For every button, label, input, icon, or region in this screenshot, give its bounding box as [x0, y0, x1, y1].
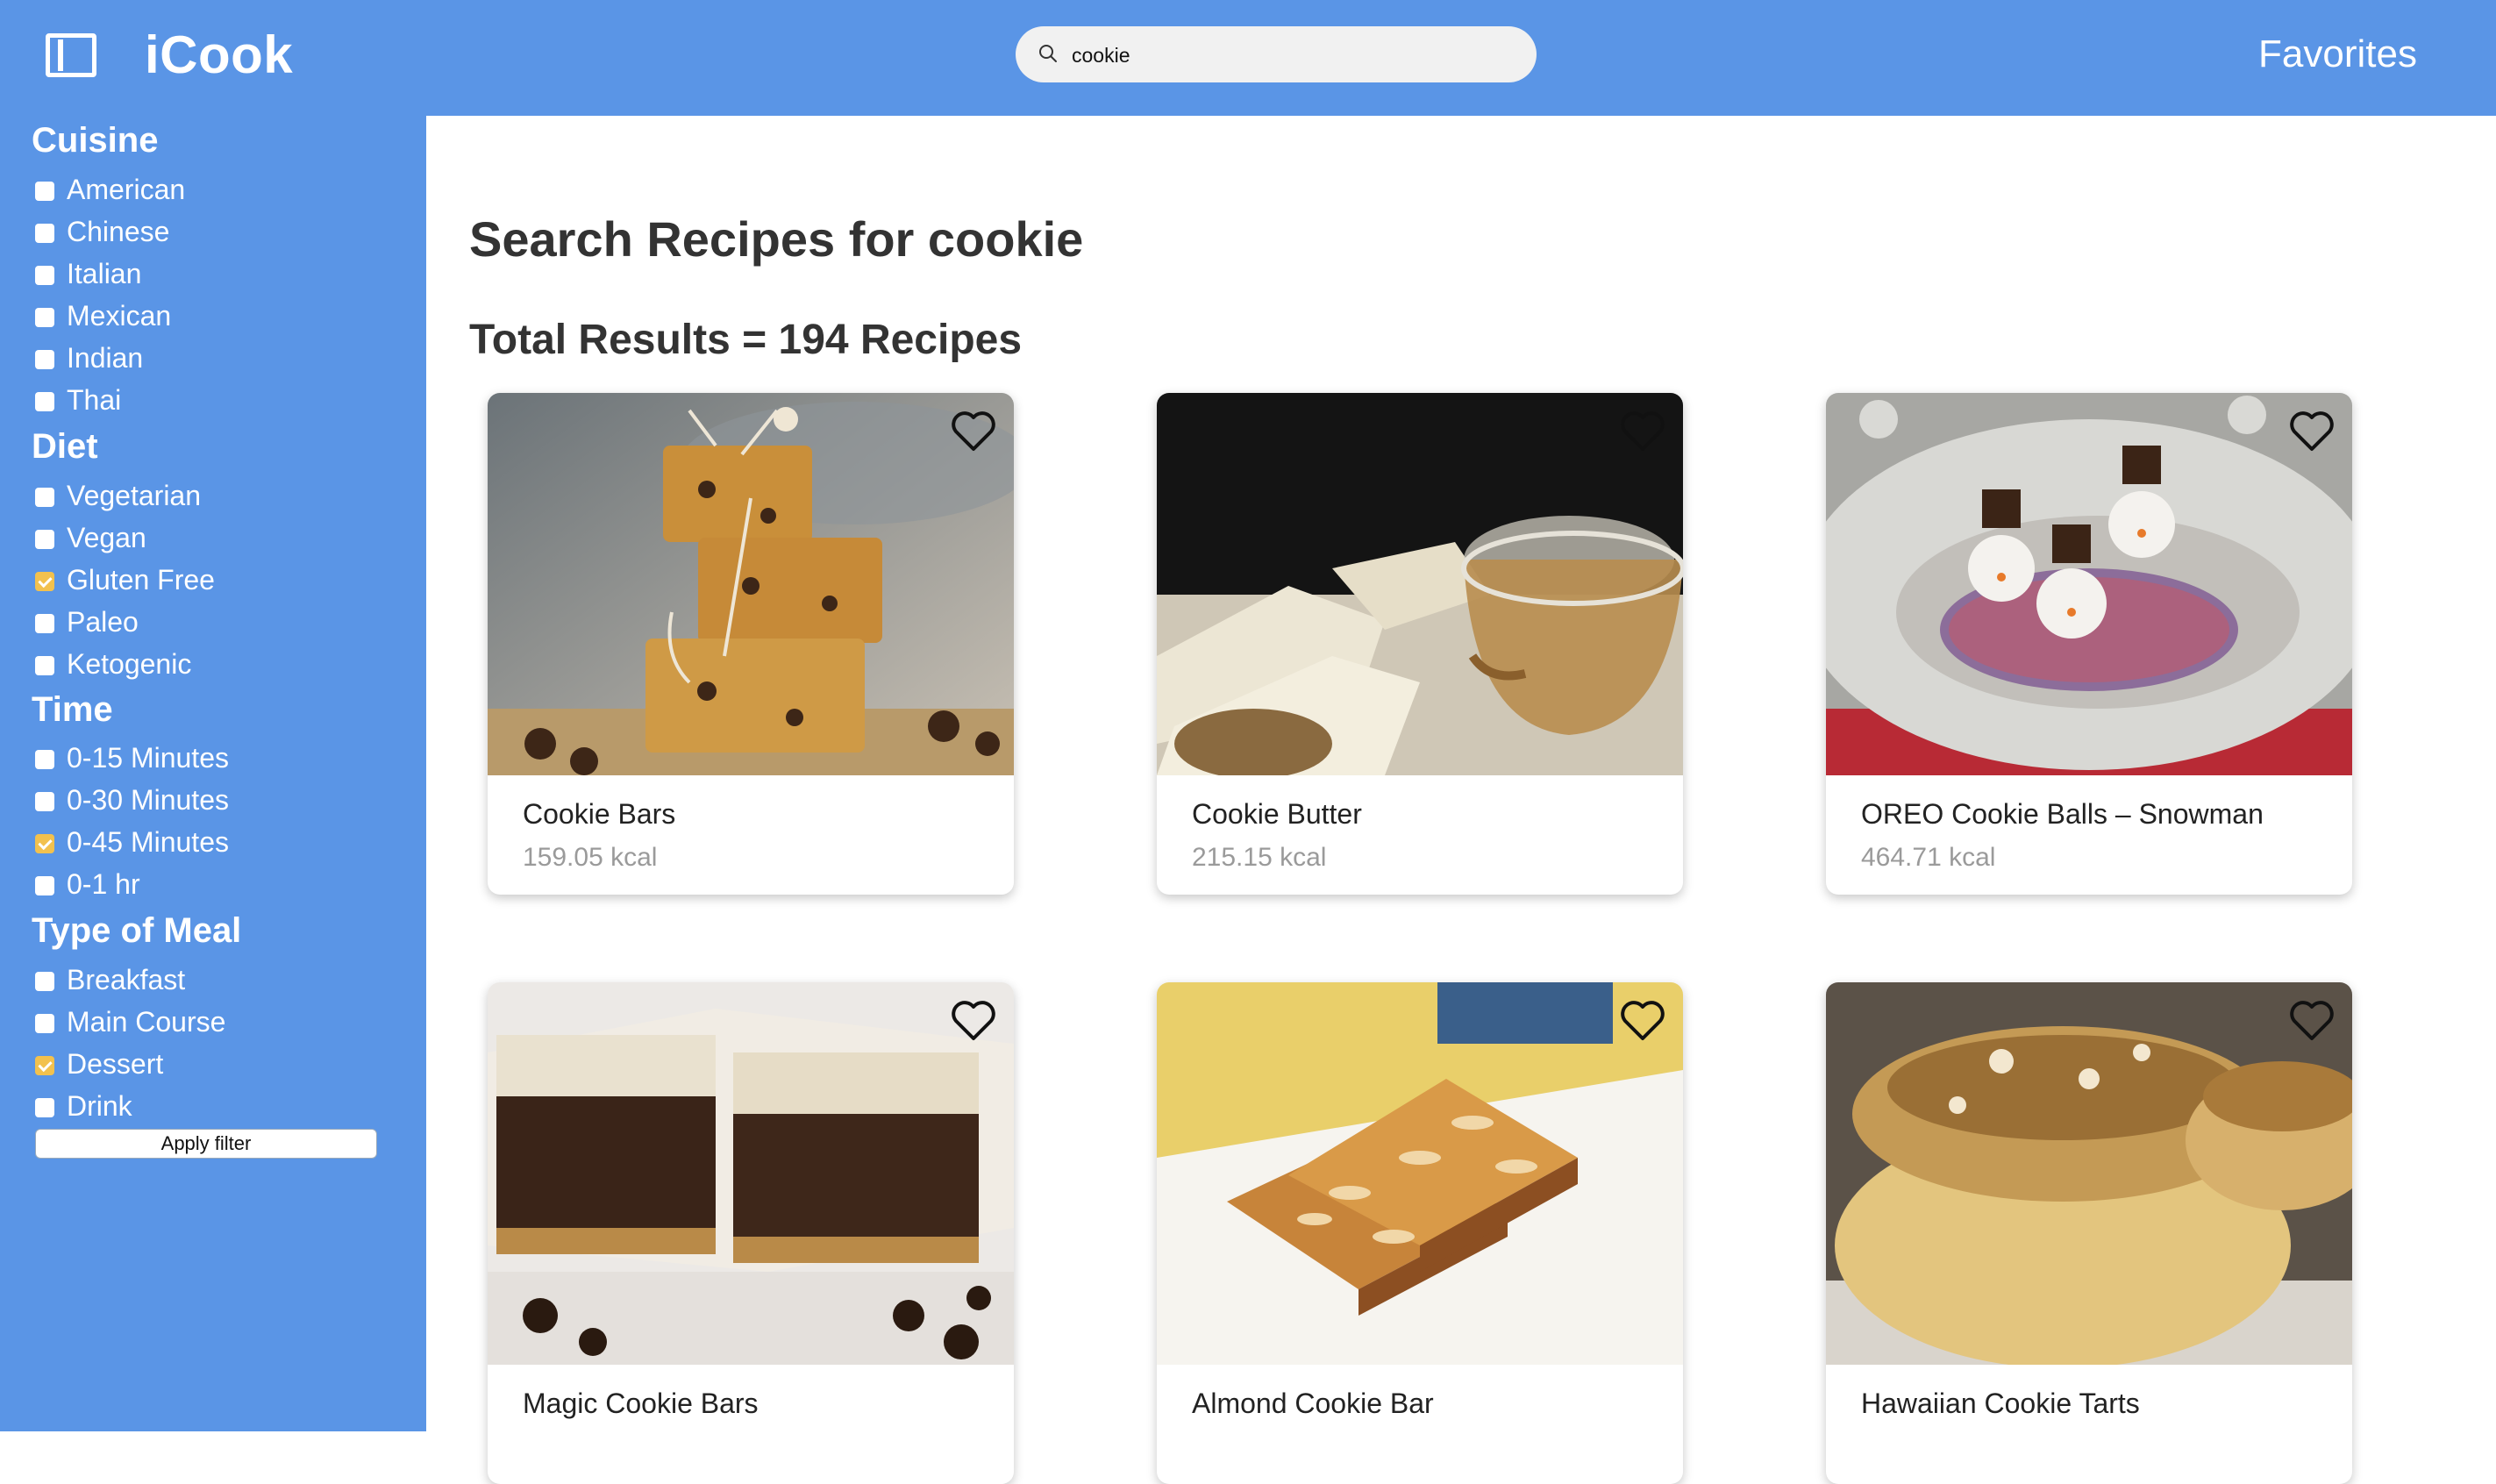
- filter-group-diet-title: Diet: [32, 427, 98, 466]
- recipe-card-hawaiian-cookie-tarts[interactable]: Hawaiian Cookie Tarts: [1826, 982, 2352, 1484]
- recipe-image[interactable]: [488, 393, 1014, 775]
- filter-option-paleo[interactable]: Paleo: [35, 604, 139, 639]
- filter-option-label: Indian: [67, 342, 144, 374]
- checkbox[interactable]: [35, 1014, 54, 1033]
- checkbox[interactable]: [35, 614, 54, 633]
- filter-option-breakfast[interactable]: Breakfast: [35, 962, 185, 997]
- filter-group-cuisine-title: Cuisine: [32, 121, 159, 160]
- filter-option-label: Dessert: [67, 1048, 164, 1080]
- filter-option-italian[interactable]: Italian: [35, 256, 141, 291]
- filter-option-label: 0-45 Minutes: [67, 826, 229, 858]
- filter-option-label: Gluten Free: [67, 564, 215, 596]
- filter-option-0-1-hr[interactable]: 0-1 hr: [35, 867, 140, 902]
- filter-group-time-title: Time: [32, 690, 113, 729]
- filter-option-gluten-free[interactable]: Gluten Free: [35, 562, 215, 597]
- filter-option-label: Chinese: [67, 216, 170, 247]
- checkbox[interactable]: [35, 224, 54, 243]
- recipe-image[interactable]: [1826, 393, 2352, 775]
- recipe-image[interactable]: [1157, 982, 1683, 1365]
- filter-sidebar: Cuisine American Chinese Italian Mexican…: [0, 116, 426, 1431]
- filter-option-0-30-minutes[interactable]: 0-30 Minutes: [35, 782, 229, 817]
- heart-outline-icon[interactable]: [949, 998, 998, 1042]
- checkbox[interactable]: [35, 1098, 54, 1117]
- apply-filter-button[interactable]: Apply filter: [35, 1129, 377, 1159]
- filter-option-label: Breakfast: [67, 964, 186, 995]
- recipe-card-almond-cookie-bar[interactable]: Almond Cookie Bar: [1157, 982, 1683, 1484]
- filter-option-vegan[interactable]: Vegan: [35, 520, 146, 555]
- filter-option-label: 0-30 Minutes: [67, 784, 229, 816]
- recipe-title: Magic Cookie Bars: [523, 1388, 759, 1419]
- heart-outline-icon[interactable]: [2287, 998, 2336, 1042]
- recipe-title: Cookie Bars: [523, 798, 676, 830]
- recipe-card-oreo-cookie-balls[interactable]: OREO Cookie Balls – Snowman 464.71 kcal: [1826, 393, 2352, 895]
- recipe-card-magic-cookie-bars[interactable]: Magic Cookie Bars: [488, 982, 1014, 1484]
- recipe-image[interactable]: [488, 982, 1014, 1365]
- filter-option-ketogenic[interactable]: Ketogenic: [35, 646, 191, 681]
- sidebar-toggle-icon[interactable]: [46, 33, 96, 77]
- checkbox[interactable]: [35, 750, 54, 769]
- filter-option-mexican[interactable]: Mexican: [35, 298, 171, 333]
- favorites-link[interactable]: Favorites: [2258, 32, 2417, 77]
- checkbox[interactable]: [35, 656, 54, 675]
- recipe-image[interactable]: [1826, 982, 2352, 1365]
- checkbox[interactable]: [35, 488, 54, 507]
- filter-option-thai[interactable]: Thai: [35, 382, 121, 417]
- filter-option-0-45-minutes[interactable]: 0-45 Minutes: [35, 824, 229, 860]
- search-bar[interactable]: [1016, 26, 1537, 82]
- checkbox-checked[interactable]: [35, 834, 54, 853]
- filter-option-label: Paleo: [67, 606, 139, 638]
- page-title: Search Recipes for cookie: [469, 211, 1084, 267]
- filter-option-chinese[interactable]: Chinese: [35, 214, 169, 249]
- checkbox[interactable]: [35, 308, 54, 327]
- filter-option-label: 0-15 Minutes: [67, 742, 229, 774]
- recipe-card-cookie-butter[interactable]: Cookie Butter 215.15 kcal: [1157, 393, 1683, 895]
- checkbox[interactable]: [35, 350, 54, 369]
- filter-option-label: Italian: [67, 258, 142, 289]
- checkbox-checked[interactable]: [35, 572, 54, 591]
- recipe-image[interactable]: [1157, 393, 1683, 775]
- app-logo[interactable]: iCook: [145, 25, 293, 86]
- filter-option-label: Vegan: [67, 522, 146, 553]
- filter-option-0-15-minutes[interactable]: 0-15 Minutes: [35, 740, 229, 775]
- checkbox[interactable]: [35, 530, 54, 549]
- filter-option-dessert[interactable]: Dessert: [35, 1046, 163, 1081]
- checkbox[interactable]: [35, 182, 54, 201]
- checkbox[interactable]: [35, 972, 54, 991]
- checkbox-checked[interactable]: [35, 1056, 54, 1075]
- filter-option-label: Mexican: [67, 300, 172, 332]
- recipe-title: OREO Cookie Balls – Snowman: [1861, 798, 2264, 830]
- filter-option-main-course[interactable]: Main Course: [35, 1004, 225, 1039]
- top-bar: iCook Favorites: [0, 0, 2496, 116]
- results-count: Total Results = 194 Recipes: [469, 317, 1023, 363]
- search-input[interactable]: [1070, 38, 1512, 73]
- heart-outline-icon[interactable]: [1618, 409, 1667, 453]
- filter-option-drink[interactable]: Drink: [35, 1088, 132, 1124]
- recipe-title: Almond Cookie Bar: [1192, 1388, 1434, 1419]
- checkbox[interactable]: [35, 792, 54, 811]
- filter-option-label: Vegetarian: [67, 480, 202, 511]
- filter-option-label: 0-1 hr: [67, 868, 140, 900]
- filter-option-label: Main Course: [67, 1006, 226, 1038]
- filter-option-label: Thai: [67, 384, 122, 416]
- filter-group-meal-type-title: Type of Meal: [32, 911, 242, 950]
- checkbox[interactable]: [35, 266, 54, 285]
- filter-option-vegetarian[interactable]: Vegetarian: [35, 478, 201, 513]
- recipe-card-cookie-bars[interactable]: Cookie Bars 159.05 kcal: [488, 393, 1014, 895]
- recipe-title: Hawaiian Cookie Tarts: [1861, 1388, 2140, 1419]
- recipe-title: Cookie Butter: [1192, 798, 1362, 830]
- heart-outline-icon[interactable]: [949, 409, 998, 453]
- filter-option-label: American: [67, 174, 186, 205]
- recipe-calories: 159.05 kcal: [523, 843, 658, 872]
- search-icon: [1039, 45, 1057, 62]
- checkbox[interactable]: [35, 392, 54, 411]
- filter-option-label: Ketogenic: [67, 648, 192, 680]
- recipe-calories: 215.15 kcal: [1192, 843, 1327, 872]
- filter-option-indian[interactable]: Indian: [35, 340, 143, 375]
- heart-outline-icon[interactable]: [2287, 409, 2336, 453]
- filter-option-american[interactable]: American: [35, 172, 185, 207]
- heart-outline-icon[interactable]: [1618, 998, 1667, 1042]
- filter-option-label: Drink: [67, 1090, 132, 1122]
- recipe-calories: 464.71 kcal: [1861, 843, 1996, 872]
- checkbox[interactable]: [35, 876, 54, 895]
